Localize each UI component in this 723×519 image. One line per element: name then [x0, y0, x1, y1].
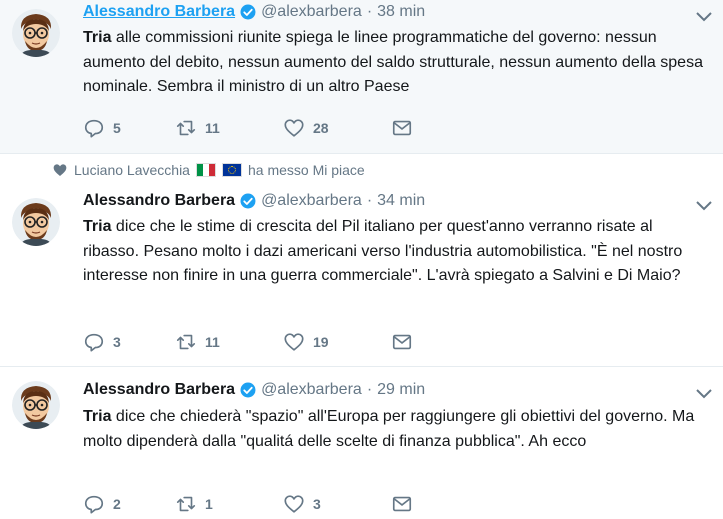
reply-icon — [84, 333, 104, 352]
tweet-feed: Alessandro Barbera @alexbarbera · 38 min… — [0, 0, 723, 519]
tweet-text: Tria dice che le stime di crescita del P… — [83, 215, 713, 289]
tweet-header: Alessandro Barbera @alexbarbera · 38 min — [83, 3, 425, 21]
direct-message-icon — [392, 334, 412, 350]
reply-count: 2 — [113, 496, 121, 512]
author-name[interactable]: Alessandro Barbera — [83, 3, 235, 21]
reply-button[interactable]: 2 — [83, 493, 175, 515]
direct-message-button[interactable] — [391, 493, 413, 515]
social-user[interactable]: Luciano Lavecchia — [74, 162, 190, 178]
tweet-text: Tria alle commissioni riunite spiega le … — [83, 26, 713, 100]
tweet-body: dice che le stime di crescita del Pil it… — [83, 218, 683, 284]
tweet-header: Alessandro Barbera @alexbarbera · 34 min — [83, 192, 425, 210]
verified-badge-icon — [240, 382, 256, 398]
retweet-count: 11 — [205, 120, 220, 136]
social-action: ha messo Mi piace — [247, 162, 365, 178]
chevron-down-icon[interactable] — [695, 200, 713, 212]
tweet[interactable]: Alessandro Barbera @alexbarbera · 29 min… — [0, 367, 723, 519]
like-icon — [284, 119, 304, 137]
author-handle[interactable]: @alexbarbera — [261, 192, 362, 210]
author-handle[interactable]: @alexbarbera — [261, 381, 362, 399]
like-count: 19 — [313, 334, 329, 350]
retweet-button[interactable]: 11 — [175, 331, 283, 353]
author-name[interactable]: Alessandro Barbera — [83, 192, 235, 210]
retweet-button[interactable]: 11 — [175, 117, 283, 139]
retweet-count: 11 — [205, 334, 220, 350]
like-icon — [284, 333, 304, 351]
chevron-down-icon[interactable] — [695, 11, 713, 23]
eu-flag-icon — [221, 163, 242, 177]
avatar[interactable] — [12, 198, 60, 246]
reply-button[interactable]: 3 — [83, 331, 175, 353]
reply-button[interactable]: 5 — [83, 117, 175, 139]
direct-message-icon — [392, 120, 412, 136]
chevron-down-icon[interactable] — [695, 388, 713, 400]
tweet-time[interactable]: 38 min — [377, 3, 425, 21]
social-context: Luciano Lavecchia ha messo Mi piace — [52, 162, 365, 178]
tweet-body: alle commissioni riunite spiega le linee… — [83, 29, 703, 95]
tweet-actions: 5 11 28 — [83, 117, 413, 139]
tweet[interactable]: Alessandro Barbera @alexbarbera · 38 min… — [0, 0, 723, 154]
verified-badge-icon — [240, 193, 256, 209]
direct-message-icon — [392, 496, 412, 512]
like-button[interactable]: 28 — [283, 117, 391, 139]
tweet-lead[interactable]: Tria — [83, 218, 111, 235]
tweet-text: Tria dice che chiederà "spazio" all'Euro… — [83, 405, 713, 454]
tweet-lead[interactable]: Tria — [83, 408, 111, 425]
retweet-button[interactable]: 1 — [175, 493, 283, 515]
like-button[interactable]: 19 — [283, 331, 391, 353]
author-handle[interactable]: @alexbarbera — [261, 3, 362, 21]
avatar[interactable] — [12, 381, 60, 429]
like-icon — [284, 495, 304, 513]
retweet-count: 1 — [205, 496, 213, 512]
avatar[interactable] — [12, 9, 60, 57]
tweet-actions: 2 1 3 — [83, 493, 413, 515]
author-name[interactable]: Alessandro Barbera — [83, 381, 235, 399]
heart-icon — [53, 164, 67, 176]
direct-message-button[interactable] — [391, 117, 413, 139]
italy-flag-icon — [195, 163, 216, 177]
direct-message-button[interactable] — [391, 331, 413, 353]
reply-count: 5 — [113, 120, 121, 136]
separator-dot: · — [366, 192, 373, 209]
retweet-icon — [176, 496, 196, 512]
tweet-time[interactable]: 34 min — [377, 192, 425, 210]
like-button[interactable]: 3 — [283, 493, 391, 515]
tweet-time[interactable]: 29 min — [377, 381, 425, 399]
tweet[interactable]: Luciano Lavecchia ha messo Mi piace Ales… — [0, 154, 723, 367]
reply-icon — [84, 495, 104, 514]
tweet-actions: 3 11 19 — [83, 331, 413, 353]
reply-count: 3 — [113, 334, 121, 350]
like-count: 28 — [313, 120, 329, 136]
verified-badge-icon — [240, 4, 256, 20]
reply-icon — [84, 119, 104, 138]
retweet-icon — [176, 334, 196, 350]
separator-dot: · — [366, 381, 373, 398]
separator-dot: · — [366, 3, 373, 20]
tweet-body: dice che chiederà "spazio" all'Europa pe… — [83, 408, 695, 450]
retweet-icon — [176, 120, 196, 136]
tweet-lead[interactable]: Tria — [83, 29, 111, 46]
tweet-header: Alessandro Barbera @alexbarbera · 29 min — [83, 381, 425, 399]
like-count: 3 — [313, 496, 321, 512]
